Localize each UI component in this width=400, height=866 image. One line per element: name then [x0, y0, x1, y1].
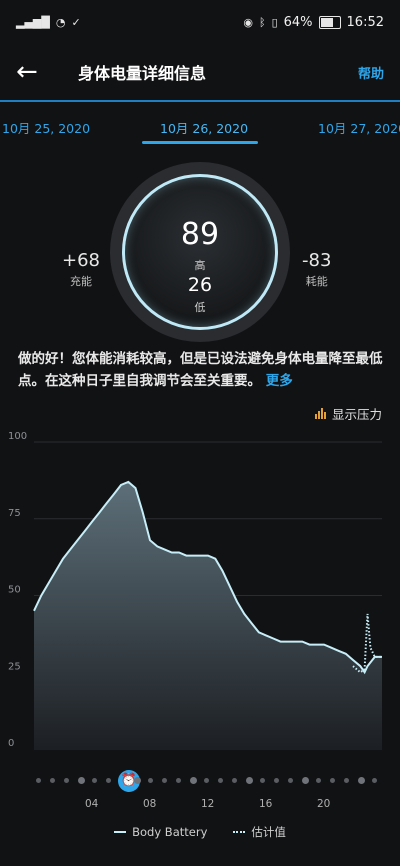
insight-message: 做的好！您体能消耗较高，但是已设法避免身体电量降至最低点。在这种日子里自我调节会… [18, 348, 388, 392]
y-tick-label: 0 [8, 738, 14, 749]
timeline-dot[interactable] [50, 778, 55, 783]
x-tick-label: 08 [143, 798, 157, 810]
date-selector: 10月 25, 2020 10月 26, 2020 10月 27, 2020 [0, 118, 400, 136]
timeline-dot[interactable] [316, 778, 321, 783]
timeline-dot[interactable] [78, 777, 85, 784]
body-battery-area [34, 481, 382, 749]
drained-summary: -83 耗能 [302, 250, 331, 289]
low-label: 低 [194, 301, 206, 314]
page-title: 身体电量详细信息 [78, 64, 207, 83]
timeline-dot[interactable] [330, 778, 335, 783]
check-icon: ✓ [71, 15, 81, 29]
clock: 16:52 [346, 14, 384, 30]
timeline-dot[interactable] [302, 777, 309, 784]
timeline-dot[interactable] [372, 778, 377, 783]
vibrate-icon: ▯ [271, 15, 278, 29]
battery-ring: 89 高 26 低 [110, 162, 290, 342]
timeline-dot[interactable] [148, 778, 153, 783]
timeline-dot[interactable] [92, 778, 97, 783]
drained-value: -83 [302, 250, 332, 271]
eye-icon: ◉ [243, 15, 253, 29]
show-stress-label: 显示压力 [331, 407, 382, 422]
back-arrow-icon[interactable]: ← [16, 59, 48, 85]
legend-dotted-swatch [233, 831, 246, 833]
date-prev[interactable]: 10月 25, 2020 [2, 118, 90, 137]
date-current-indicator [142, 141, 258, 144]
timeline-dot[interactable] [246, 777, 253, 784]
more-link[interactable]: 更多 [266, 373, 293, 389]
timeline-dot[interactable] [204, 778, 209, 783]
timeline-dot[interactable] [358, 777, 365, 784]
chart-legend: Body Battery 估计值 [0, 824, 400, 840]
timeline-dot[interactable] [36, 778, 41, 783]
y-tick-label: 50 [8, 585, 21, 596]
show-stress-toggle[interactable]: 显示压力 [314, 404, 382, 423]
high-label: 高 [194, 259, 206, 272]
signal-icon: ▂▄▆█ [16, 15, 50, 29]
y-tick-label: 100 [8, 431, 27, 442]
timeline-dot[interactable] [134, 777, 141, 784]
x-tick-label: 16 [259, 798, 273, 810]
battery-percent: 64% [283, 14, 313, 30]
x-tick-label: 20 [317, 798, 331, 810]
timeline-dot[interactable] [232, 778, 237, 783]
timeline-dot[interactable] [176, 778, 181, 783]
charged-value: +68 [62, 250, 100, 271]
insight-text: 做的好！您体能消耗较高，但是已设法避免身体电量降至最低点。在这种日子里自我调节会… [18, 351, 383, 389]
x-tick-label: 04 [85, 798, 99, 810]
x-axis-ticks: 04 08 12 16 20 [0, 798, 400, 812]
wifi-icon: ◔ [55, 15, 66, 29]
body-battery-chart: 0 25 50 75 100 [8, 431, 382, 750]
date-current[interactable]: 10月 26, 2020 [160, 118, 248, 137]
y-tick-label: 25 [8, 661, 21, 672]
drained-label: 耗能 [305, 275, 328, 288]
high-value: 89 [180, 217, 220, 252]
timeline-dot[interactable] [274, 778, 279, 783]
help-button[interactable]: 帮助 [358, 63, 384, 82]
status-left: ▂▄▆█ ◔ ✓ [16, 16, 81, 29]
timeline-dot[interactable] [288, 778, 293, 783]
charged-label: 充能 [70, 275, 92, 288]
legend-body-battery-label: Body Battery [132, 825, 208, 839]
legend-estimate-label: 估计值 [251, 825, 286, 839]
charged-summary: +68 充能 [62, 250, 100, 289]
timeline-dot[interactable] [344, 778, 349, 783]
timeline-scrubber[interactable]: ⏰ [36, 770, 381, 794]
low-value: 26 [187, 274, 213, 296]
timeline-dot[interactable] [162, 778, 167, 783]
date-next[interactable]: 10月 27, 2020 [318, 118, 400, 137]
legend-estimate: 估计值 [233, 824, 286, 840]
x-tick-label: 12 [201, 798, 215, 810]
bluetooth-icon: ᛒ [258, 15, 266, 29]
app-bar: ← 身体电量详细信息 帮助 [0, 44, 400, 100]
battery-icon [318, 15, 341, 29]
header-divider [0, 100, 400, 102]
y-tick-label: 75 [8, 508, 21, 519]
timeline-dot[interactable] [260, 778, 265, 783]
legend-body-battery: Body Battery [114, 824, 207, 840]
timeline-dot[interactable] [190, 777, 197, 784]
status-bar: ▂▄▆█ ◔ ✓ ◉ ᛒ ▯ 64% 16:52 [0, 0, 400, 44]
legend-solid-swatch [114, 831, 127, 833]
timeline-dot[interactable] [64, 778, 69, 783]
ring-inner: 89 高 26 低 [122, 174, 278, 330]
stress-bars-icon [314, 408, 326, 419]
status-right: ◉ ᛒ ▯ 64% 16:52 [243, 15, 384, 30]
timeline-dot[interactable] [106, 778, 111, 783]
timeline-dot[interactable] [218, 778, 223, 783]
